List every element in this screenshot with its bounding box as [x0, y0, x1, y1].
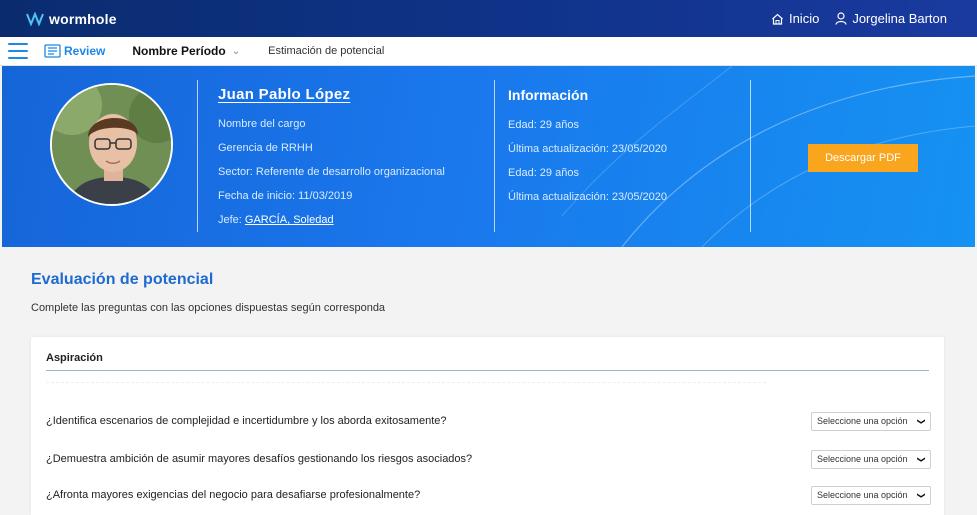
option-select[interactable]: Seleccione una opción ❯: [811, 411, 931, 431]
estimation-tab[interactable]: Estimación de potencial: [268, 45, 384, 57]
divider: [750, 80, 751, 232]
employee-name: Juan Pablo López: [218, 86, 351, 103]
hamburger-menu-icon[interactable]: [8, 43, 28, 59]
caret-down-icon: ❯: [917, 417, 927, 425]
info-line: Última actualización: 23/05/2020: [508, 191, 667, 203]
faded-row: [46, 382, 766, 383]
divider: [197, 80, 198, 232]
question-text: ¿Identifica escenarios de complejidad e …: [46, 415, 447, 427]
question-text: ¿Demuestra ambición de asumir mayores de…: [46, 453, 473, 465]
home-link[interactable]: Inicio: [771, 11, 819, 26]
card-title: Aspiración: [46, 352, 103, 364]
boss: Jefe: GARCÍA, Soledad: [218, 208, 445, 232]
select-value: Seleccione una opción: [817, 490, 908, 500]
select-value: Seleccione una opción: [817, 416, 908, 426]
home-label: Inicio: [788, 11, 820, 26]
info-line: Última actualización: 23/05/2020: [508, 143, 667, 155]
review-icon: [44, 44, 61, 58]
management: Gerencia de RRHH: [218, 142, 313, 154]
question-row: ¿Demuestra ambición de asumir mayores de…: [46, 449, 931, 469]
brand-logo[interactable]: wormhole: [26, 11, 117, 27]
question-row: ¿Identifica escenarios de complejidad e …: [46, 411, 931, 431]
user-menu[interactable]: Jorgelina Barton: [835, 11, 947, 26]
sector: Sector: Referente de desarrollo organiza…: [218, 166, 445, 178]
info-line: Edad: 29 años: [508, 119, 579, 131]
boss-link[interactable]: GARCÍA, Soledad: [245, 214, 334, 226]
profile-details: Juan Pablo López Nombre del cargo Gerenc…: [218, 86, 445, 232]
select-value: Seleccione una opción: [817, 454, 908, 464]
sub-navigation: Review Nombre Período ⌄ Estimación de po…: [0, 37, 977, 66]
option-select[interactable]: Seleccione una opción ❯: [811, 485, 931, 505]
question-text: ¿Afronta mayores exigencias del negocio …: [46, 489, 421, 501]
information-panel: Información Edad: 29 años Última actuali…: [508, 87, 667, 209]
user-icon: [835, 12, 847, 25]
download-pdf-button[interactable]: Descargar PDF: [808, 144, 918, 172]
card-divider: [46, 370, 929, 371]
question-row: ¿Afronta mayores exigencias del negocio …: [46, 485, 931, 505]
info-line: Edad: 29 años: [508, 167, 579, 179]
start-date: Fecha de inicio: 11/03/2019: [218, 190, 353, 202]
home-icon: [772, 13, 783, 25]
review-label: Review: [64, 44, 106, 58]
profile-header: Juan Pablo López Nombre del cargo Gerenc…: [2, 66, 975, 247]
aspiration-card: Aspiración ¿Identifica escenarios de com…: [31, 337, 944, 515]
section-subtitle: Complete las preguntas con las opciones …: [31, 302, 386, 314]
wormhole-logo-icon: [26, 11, 44, 26]
option-select[interactable]: Seleccione una opción ❯: [811, 449, 931, 469]
job-title: Nombre del cargo: [218, 118, 306, 130]
divider: [494, 80, 495, 232]
top-bar: wormhole Inicio Jorgelina Barton: [0, 0, 977, 37]
chevron-down-icon: ⌄: [231, 45, 241, 57]
caret-down-icon: ❯: [917, 491, 927, 499]
user-name: Jorgelina Barton: [852, 11, 947, 26]
period-label: Nombre Período: [132, 44, 226, 58]
brand-name: wormhole: [49, 10, 117, 27]
section-title: Evaluación de potencial: [31, 271, 214, 288]
review-link[interactable]: Review: [44, 44, 105, 58]
information-title: Información: [508, 87, 589, 103]
boss-prefix: Jefe:: [218, 214, 245, 226]
period-dropdown[interactable]: Nombre Período ⌄: [132, 44, 240, 58]
caret-down-icon: ❯: [917, 455, 927, 463]
avatar: [50, 83, 173, 206]
